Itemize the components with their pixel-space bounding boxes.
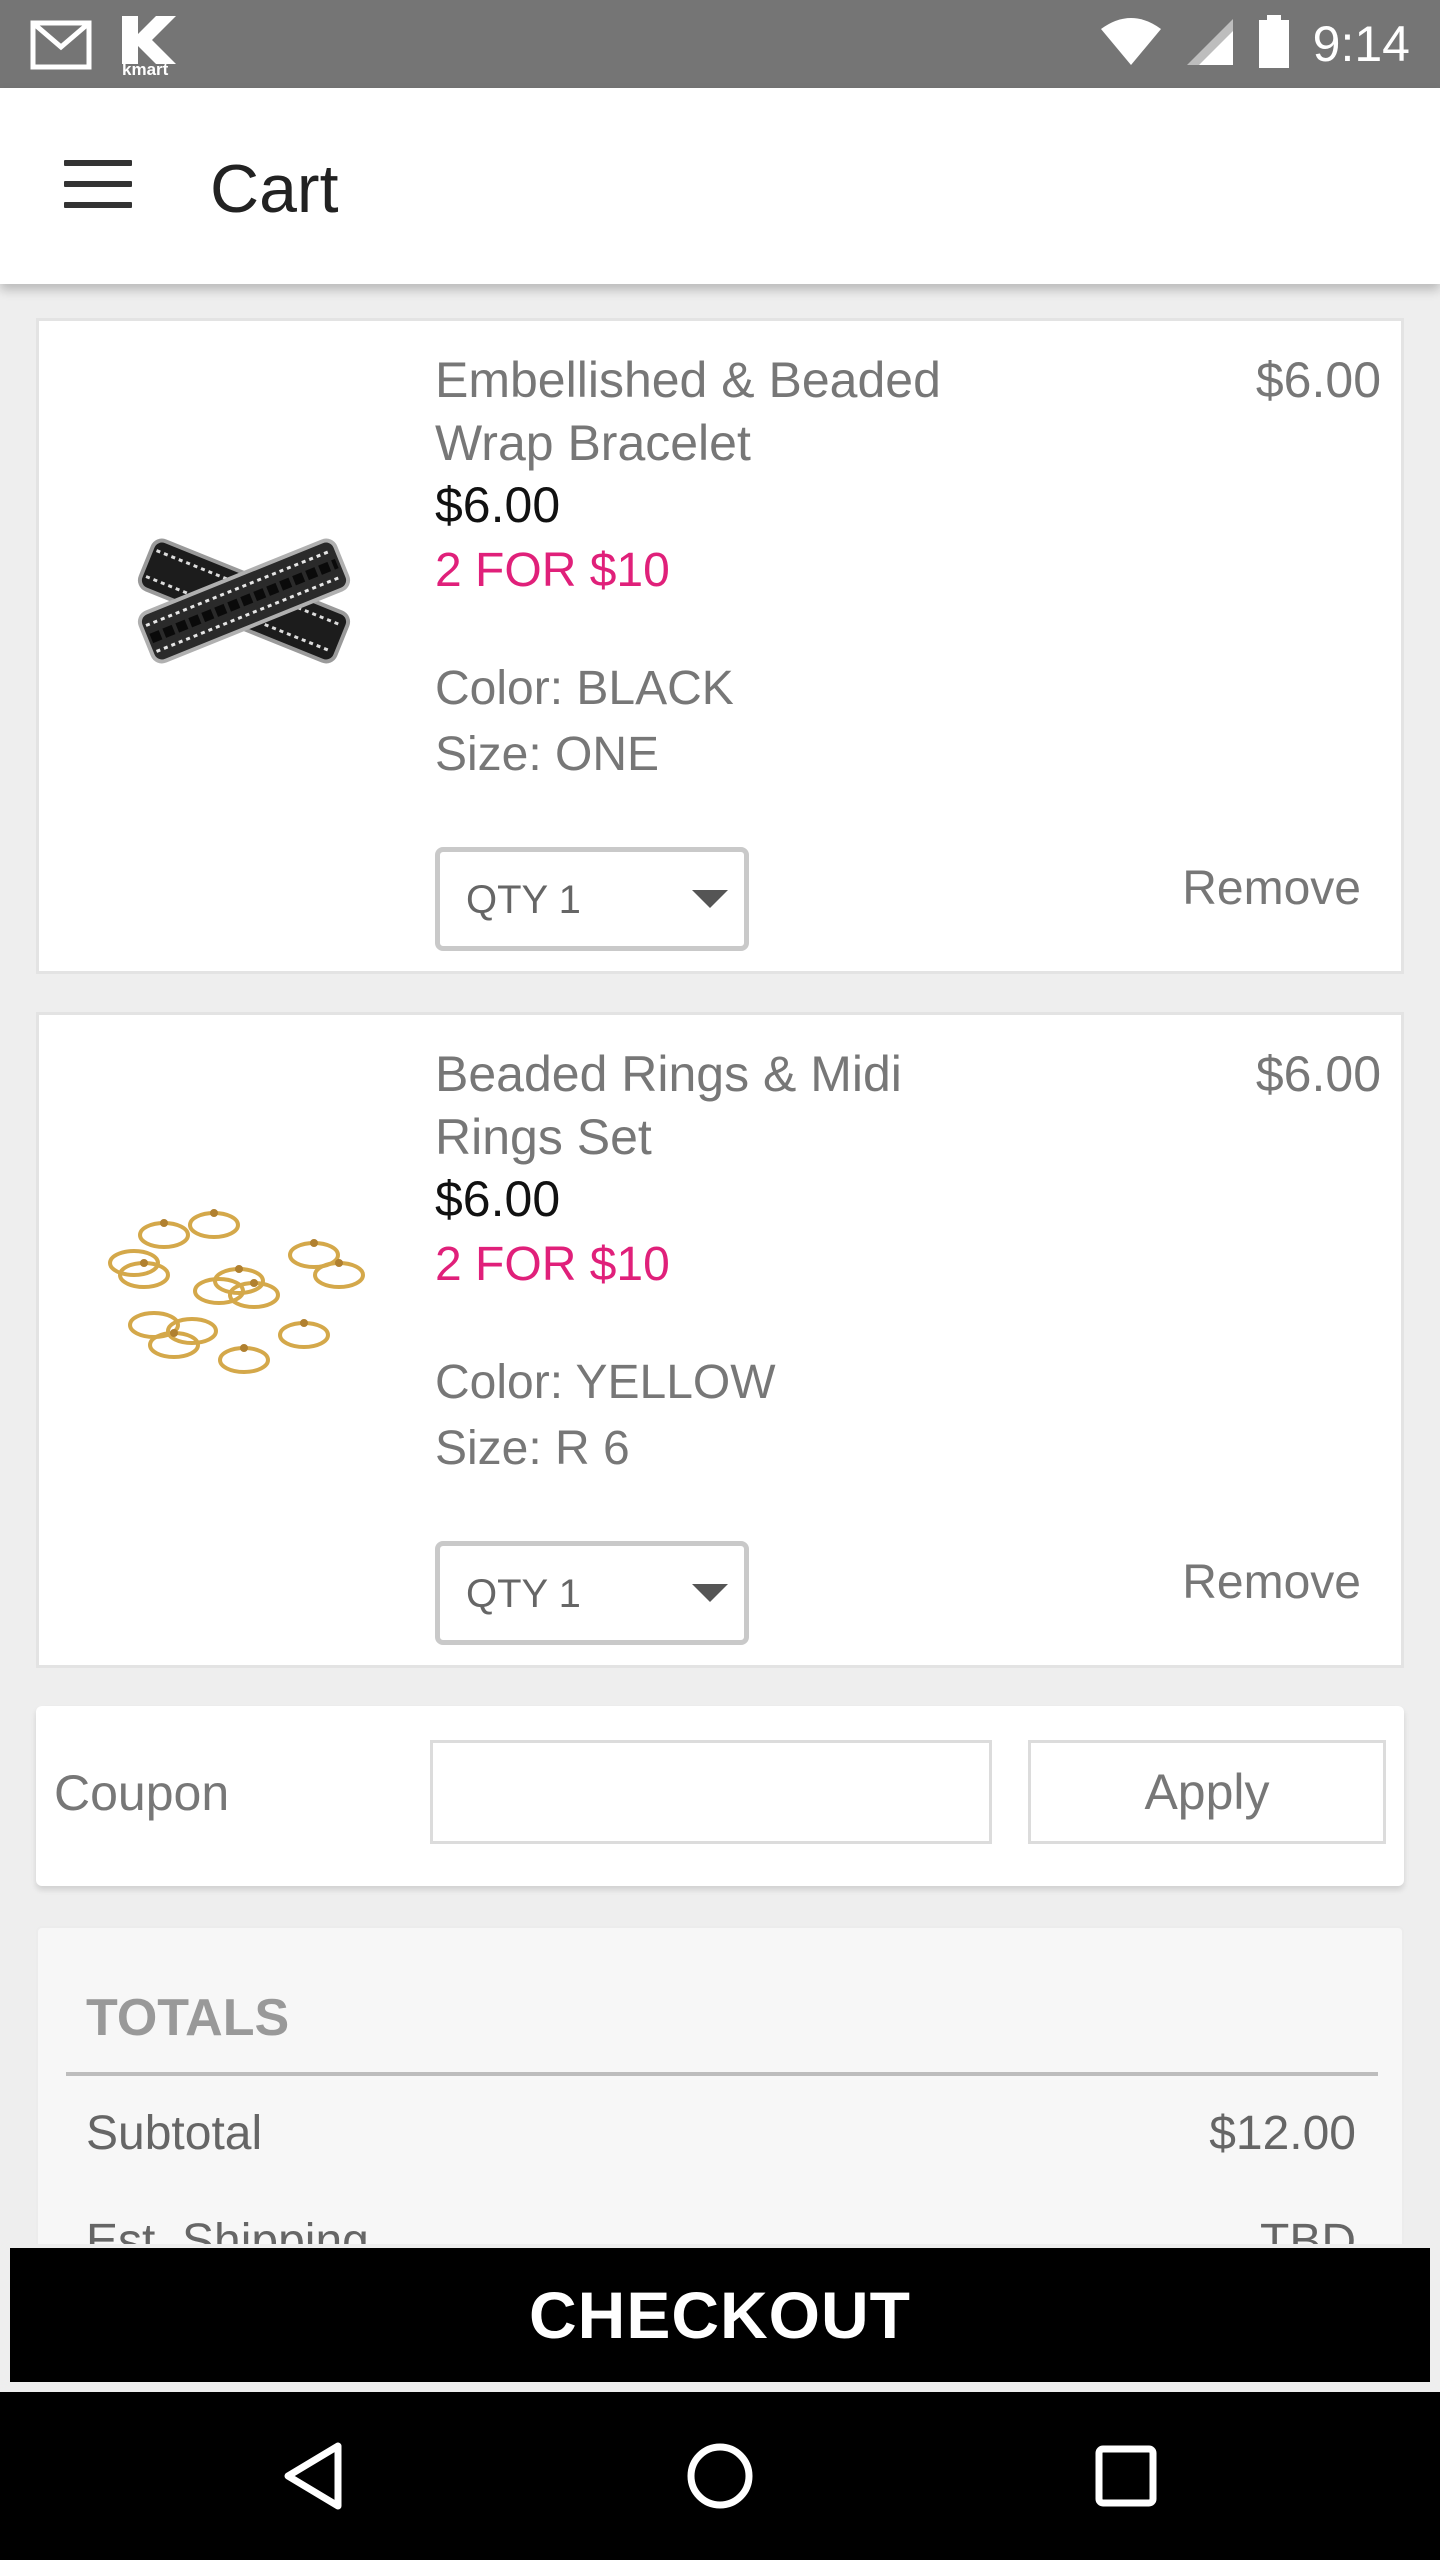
dropdown-caret-icon — [692, 890, 728, 908]
dropdown-caret-icon — [692, 1584, 728, 1602]
quantity-value: QTY 1 — [466, 1572, 581, 1616]
unit-price: $6.00 — [435, 477, 561, 533]
coupon-section: Coupon Apply — [36, 1706, 1404, 1886]
color-attribute: Color: YELLOW — [435, 1356, 776, 1409]
home-icon[interactable] — [680, 2436, 760, 2516]
checkout-button[interactable]: CHECKOUT — [10, 2248, 1430, 2382]
divider — [66, 2072, 1378, 2076]
product-name[interactable]: Embellished & Beaded Wrap Bracelet — [435, 349, 995, 475]
status-time: 9:14 — [1312, 16, 1410, 72]
totals-heading: TOTALS — [86, 1989, 290, 2047]
bracelet-image[interactable] — [79, 401, 409, 801]
wifi-icon — [1099, 17, 1163, 71]
signal-icon — [1185, 17, 1235, 71]
kmart-icon: kmart — [118, 14, 182, 80]
rings-image[interactable] — [79, 1095, 409, 1495]
gmail-icon — [30, 17, 94, 77]
page-title: Cart — [210, 151, 339, 227]
quantity-value: QTY 1 — [466, 878, 581, 922]
coupon-input[interactable] — [430, 1740, 992, 1844]
promo-label: 2 FOR $10 — [435, 1238, 670, 1291]
back-icon[interactable] — [276, 2436, 356, 2516]
hamburger-menu-icon[interactable] — [64, 160, 132, 208]
remove-button[interactable]: Remove — [1182, 861, 1361, 916]
line-total: $6.00 — [1255, 352, 1381, 408]
cart-content: Embellished & Beaded Wrap Bracelet $6.00… — [0, 284, 1440, 2244]
checkout-bar: CHECKOUT — [0, 2244, 1440, 2392]
shipping-label: Est. Shipping — [86, 2215, 369, 2244]
line-total: $6.00 — [1255, 1046, 1381, 1102]
promo-label: 2 FOR $10 — [435, 544, 670, 597]
coupon-label: Coupon — [54, 1765, 230, 1821]
cart-item: Embellished & Beaded Wrap Bracelet $6.00… — [36, 318, 1404, 974]
app-bar: Cart — [0, 88, 1440, 284]
color-attribute: Color: BLACK — [435, 662, 734, 715]
totals-section: TOTALS Subtotal $12.00 Est. Shipping TBD — [36, 1926, 1404, 2244]
product-name[interactable]: Beaded Rings & Midi Rings Set — [435, 1043, 995, 1169]
subtotal-value: $12.00 — [1209, 2107, 1356, 2160]
battery-icon — [1257, 15, 1291, 73]
kmart-label: kmart — [122, 60, 169, 79]
unit-price: $6.00 — [435, 1171, 561, 1227]
cart-item: Beaded Rings & Midi Rings Set $6.00 $6.0… — [36, 1012, 1404, 1668]
shipping-value: TBD — [1260, 2215, 1356, 2244]
recents-icon[interactable] — [1086, 2436, 1166, 2516]
apply-coupon-button[interactable]: Apply — [1028, 1740, 1386, 1844]
subtotal-label: Subtotal — [86, 2107, 263, 2160]
size-attribute: Size: ONE — [435, 728, 660, 781]
quantity-dropdown[interactable]: QTY 1 — [435, 847, 749, 951]
quantity-dropdown[interactable]: QTY 1 — [435, 1541, 749, 1645]
remove-button[interactable]: Remove — [1182, 1555, 1361, 1610]
system-nav-bar — [0, 2392, 1440, 2560]
status-bar: kmart 9:14 — [0, 0, 1440, 88]
size-attribute: Size: R 6 — [435, 1422, 630, 1475]
